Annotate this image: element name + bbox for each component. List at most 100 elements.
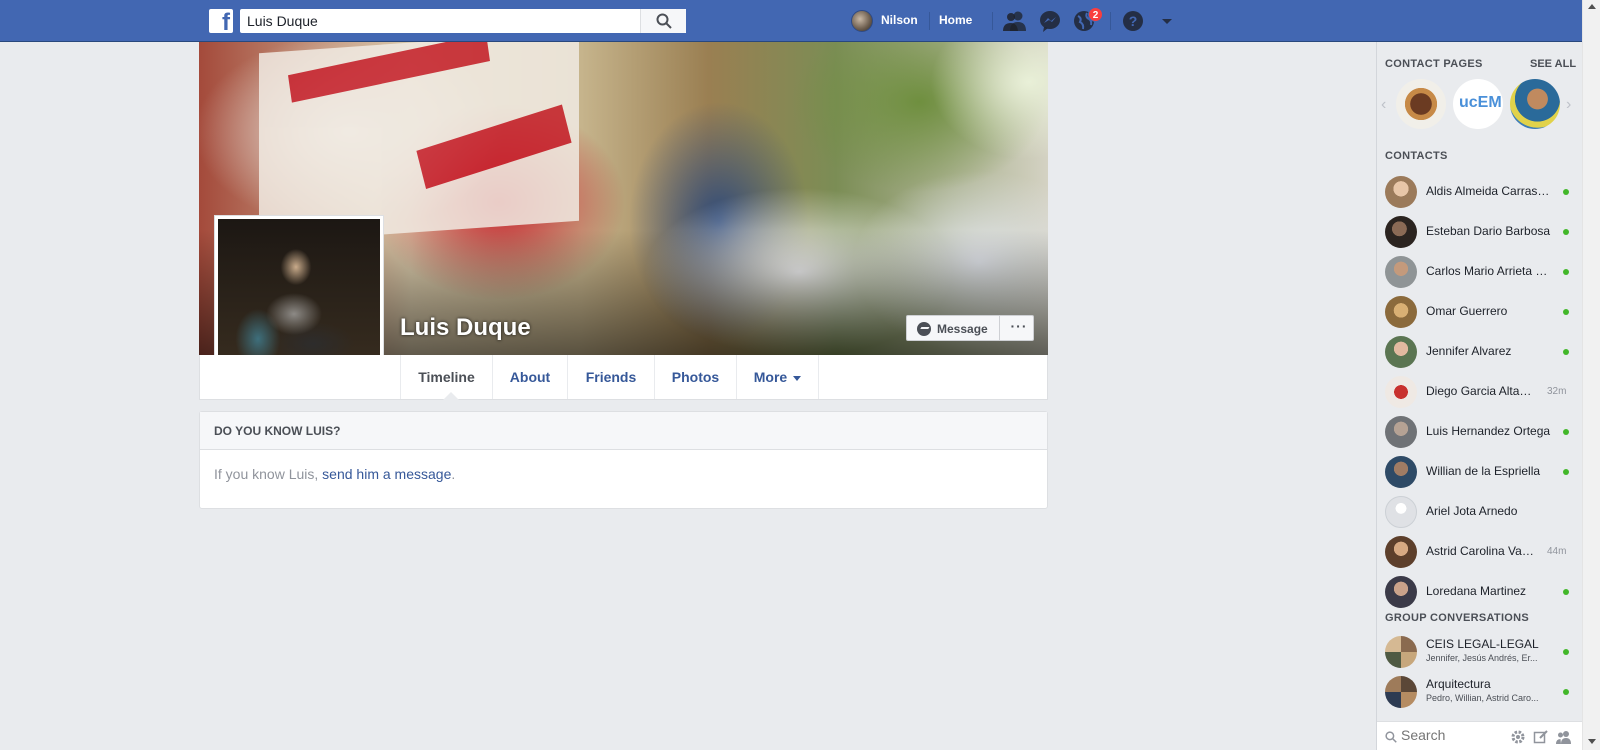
contact-item[interactable]: Ariel Jota Arnedo bbox=[1377, 492, 1583, 532]
tab-label: Timeline bbox=[418, 369, 475, 385]
group-conversation-item[interactable]: Arquitectura Pedro, Willian, Astrid Caro… bbox=[1377, 672, 1583, 712]
last-active-time: 32m bbox=[1547, 386, 1567, 397]
chevron-down-icon bbox=[793, 375, 802, 381]
tab-more[interactable]: More bbox=[736, 355, 819, 399]
contact-name: Omar Guerrero bbox=[1426, 304, 1508, 318]
contact-name: Astrid Carolina Vanegas bbox=[1426, 544, 1538, 558]
contact-item[interactable]: Aldis Almeida Carrascal bbox=[1377, 172, 1583, 212]
card-heading: DO YOU KNOW LUIS? bbox=[200, 412, 1047, 450]
group-members: Pedro, Willian, Astrid Caro... bbox=[1426, 693, 1539, 703]
friend-requests-icon[interactable] bbox=[1003, 10, 1027, 32]
chevron-right-icon[interactable]: › bbox=[1566, 96, 1571, 114]
avatar bbox=[1385, 376, 1417, 408]
chevron-left-icon[interactable]: ‹ bbox=[1381, 96, 1386, 114]
tab-label: About bbox=[509, 369, 551, 385]
notification-count-badge: 2 bbox=[1088, 7, 1103, 22]
avatar bbox=[1385, 636, 1417, 668]
contact-page-1[interactable] bbox=[1396, 79, 1446, 129]
avatar bbox=[1385, 416, 1417, 448]
search-icon bbox=[1385, 731, 1397, 743]
contact-name: Luis Hernandez Ortega bbox=[1426, 424, 1551, 438]
profile-name[interactable]: Luis Duque bbox=[400, 314, 531, 342]
see-all-link[interactable]: SEE ALL bbox=[1530, 58, 1576, 70]
user-name-link[interactable]: Nilson bbox=[881, 13, 918, 27]
contact-name: Carlos Mario Arrieta Otero bbox=[1426, 264, 1551, 278]
active-tab-indicator bbox=[443, 392, 459, 400]
group-conversation-item[interactable]: CEIS LEGAL-LEGAL Jennifer, Jesús Andrés,… bbox=[1377, 632, 1583, 672]
help-icon[interactable]: ? bbox=[1121, 10, 1145, 32]
chat-search-bar bbox=[1377, 721, 1583, 750]
contact-page-ucem[interactable]: ucEM bbox=[1453, 79, 1503, 129]
contact-item[interactable]: Willian de la Espriella bbox=[1377, 452, 1583, 492]
online-status-dot bbox=[1563, 309, 1569, 315]
divider bbox=[992, 12, 993, 30]
profile-tabs: Timeline About Friends Photos More bbox=[199, 355, 1048, 400]
online-status-dot bbox=[1563, 649, 1569, 655]
tab-label: Friends bbox=[585, 369, 637, 385]
divider bbox=[929, 12, 930, 30]
avatar bbox=[1385, 576, 1417, 608]
tab-photos[interactable]: Photos bbox=[654, 355, 736, 399]
chat-search-input[interactable] bbox=[1401, 727, 1501, 743]
avatar bbox=[1385, 676, 1417, 708]
avatar bbox=[1385, 536, 1417, 568]
online-status-dot bbox=[1563, 269, 1569, 275]
contact-page-3[interactable] bbox=[1510, 79, 1560, 129]
avatar bbox=[1385, 296, 1417, 328]
contact-name: Willian de la Espriella bbox=[1426, 464, 1541, 478]
online-status-dot bbox=[1563, 189, 1569, 195]
contact-item[interactable]: Loredana Martinez bbox=[1377, 572, 1583, 612]
create-group-icon[interactable] bbox=[1556, 729, 1572, 745]
more-options-button[interactable]: ··· bbox=[1005, 318, 1033, 338]
online-status-dot bbox=[1563, 689, 1569, 695]
tab-about[interactable]: About bbox=[492, 355, 567, 399]
home-link[interactable]: Home bbox=[939, 13, 972, 27]
scroll-up-arrow-icon[interactable] bbox=[1588, 4, 1596, 9]
avatar bbox=[1385, 256, 1417, 288]
contact-item[interactable]: Diego Garcia Altamiranda 32m bbox=[1377, 372, 1583, 412]
group-members: Jennifer, Jesús Andrés, Er... bbox=[1426, 653, 1538, 663]
chat-sidebar: CONTACT PAGES SEE ALL ‹ ucEM › CONTACTS … bbox=[1376, 42, 1583, 750]
card-text-end: . bbox=[451, 466, 456, 482]
contact-item[interactable]: Luis Hernandez Ortega bbox=[1377, 412, 1583, 452]
send-message-link[interactable]: send him a message bbox=[322, 466, 451, 482]
online-status-dot bbox=[1563, 349, 1569, 355]
message-button[interactable]: Message bbox=[937, 322, 988, 336]
group-conversations-heading: GROUP CONVERSATIONS bbox=[1385, 612, 1530, 624]
svg-text:?: ? bbox=[1129, 13, 1138, 29]
tab-friends[interactable]: Friends bbox=[567, 355, 654, 399]
online-status-dot bbox=[1563, 589, 1569, 595]
new-message-icon[interactable] bbox=[1533, 729, 1549, 745]
facebook-logo-icon[interactable]: f bbox=[209, 9, 233, 35]
page-scrollbar[interactable] bbox=[1582, 0, 1600, 750]
avatar bbox=[1385, 176, 1417, 208]
search-input[interactable] bbox=[240, 9, 630, 33]
gear-icon[interactable] bbox=[1510, 729, 1526, 745]
avatar bbox=[1385, 336, 1417, 368]
do-you-know-card: DO YOU KNOW LUIS? If you know Luis, send… bbox=[199, 411, 1048, 509]
messenger-icon bbox=[917, 322, 931, 336]
account-menu-chevron-down-icon[interactable] bbox=[1155, 10, 1179, 32]
contact-item[interactable]: Carlos Mario Arrieta Otero bbox=[1377, 252, 1583, 292]
messenger-icon[interactable] bbox=[1038, 10, 1062, 32]
avatar bbox=[1385, 456, 1417, 488]
card-body: If you know Luis, send him a message. bbox=[200, 450, 1047, 482]
contact-name: Ariel Jota Arnedo bbox=[1426, 504, 1518, 518]
divider bbox=[1110, 12, 1111, 30]
search-button[interactable] bbox=[640, 9, 686, 33]
contact-item[interactable]: Esteban Dario Barbosa bbox=[1377, 212, 1583, 252]
online-status-dot bbox=[1563, 229, 1569, 235]
contact-item[interactable]: Omar Guerrero bbox=[1377, 292, 1583, 332]
online-status-dot bbox=[1563, 429, 1569, 435]
contacts-heading: CONTACTS bbox=[1385, 150, 1448, 162]
online-status-dot bbox=[1563, 469, 1569, 475]
user-avatar[interactable] bbox=[851, 10, 873, 32]
contact-item[interactable]: Jennifer Alvarez bbox=[1377, 332, 1583, 372]
scroll-down-arrow-icon[interactable] bbox=[1588, 739, 1596, 744]
message-button-group: Message ··· bbox=[906, 315, 1034, 341]
top-navigation-bar: f Nilson Home 2 ? bbox=[0, 0, 1582, 42]
cover-banner-decoration bbox=[259, 42, 579, 244]
contact-item[interactable]: Astrid Carolina Vanegas 44m bbox=[1377, 532, 1583, 572]
last-active-time: 44m bbox=[1547, 546, 1567, 557]
divider bbox=[999, 316, 1000, 340]
